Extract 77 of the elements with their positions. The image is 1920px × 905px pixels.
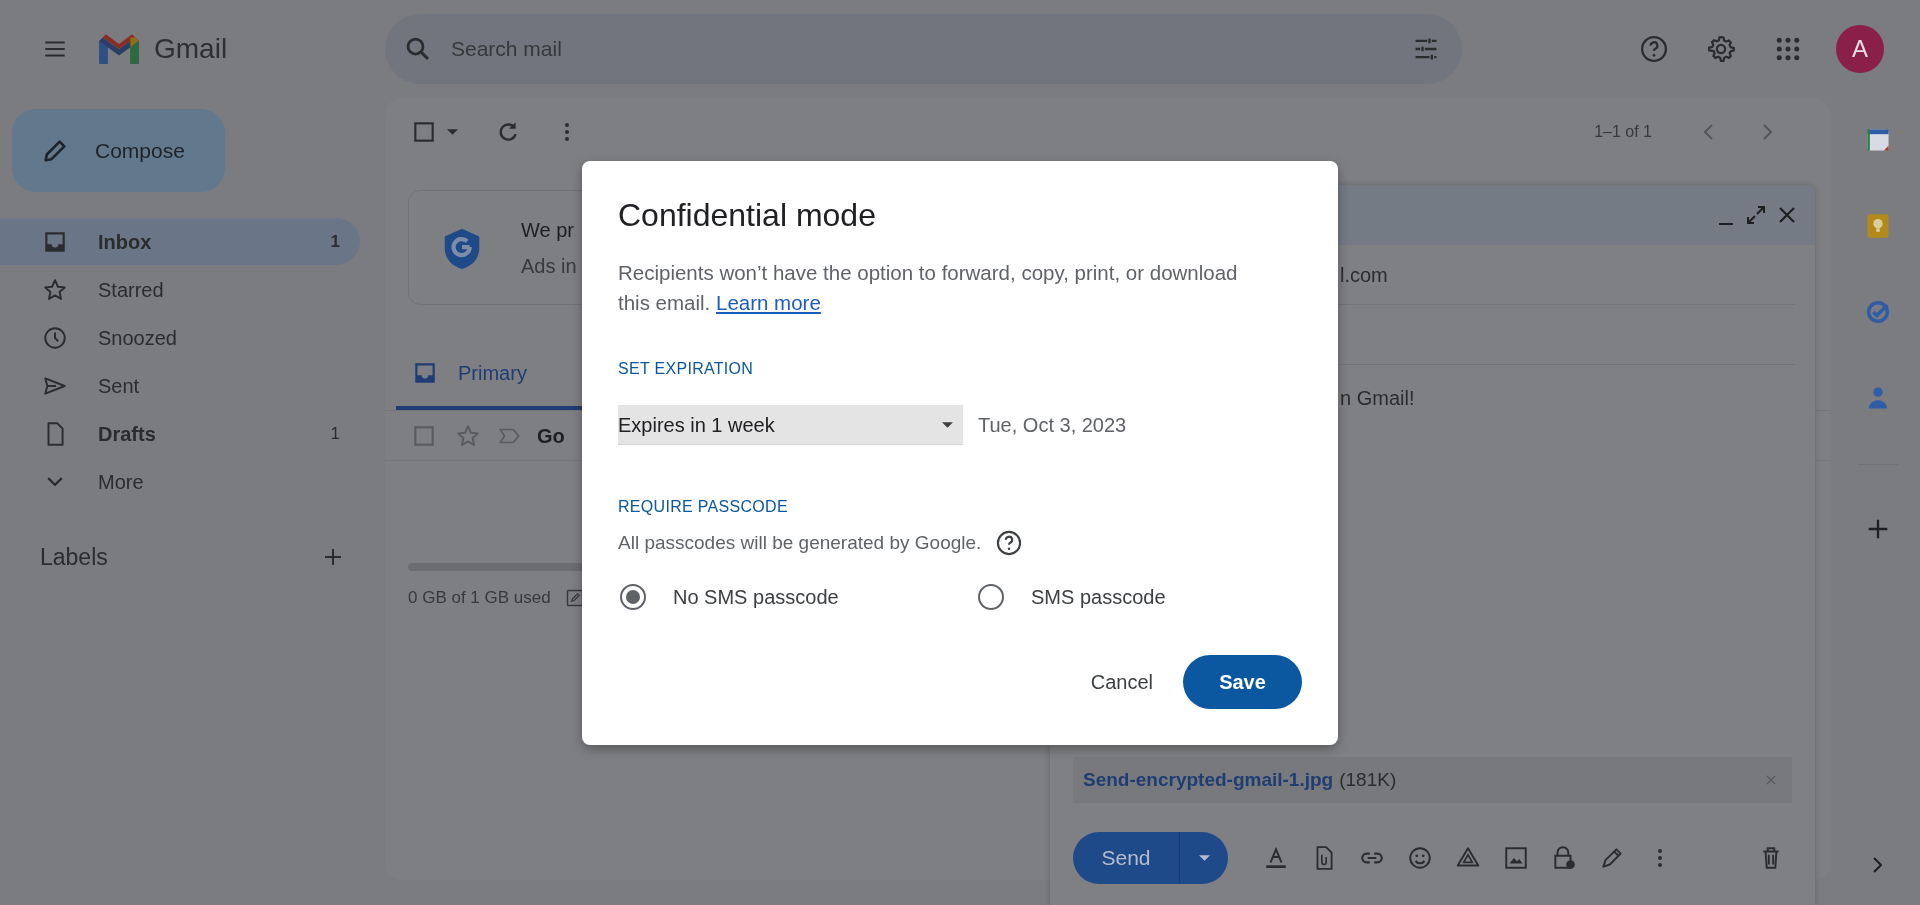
chevron-right-icon xyxy=(1763,124,1772,140)
clock-icon xyxy=(42,324,68,351)
search-bar[interactable]: Search mail xyxy=(385,14,1462,84)
checkbox-icon xyxy=(411,119,437,145)
emoji-button[interactable] xyxy=(1407,845,1433,871)
lock-clock-icon xyxy=(1551,845,1577,871)
nav-item[interactable]: Inbox 1 xyxy=(0,218,360,265)
email-sender: Go xyxy=(537,423,565,449)
cancel-button[interactable]: Cancel xyxy=(1068,654,1175,709)
help-icon xyxy=(995,529,1024,558)
star-button[interactable] xyxy=(455,422,481,449)
nav-item[interactable]: Sent xyxy=(0,362,360,409)
radio-button[interactable] xyxy=(978,583,1004,610)
caret-icon xyxy=(447,129,458,135)
account-avatar[interactable]: A xyxy=(1836,25,1884,73)
learn-more-link[interactable]: Learn more xyxy=(716,291,821,314)
settings-button[interactable] xyxy=(1706,34,1736,64)
nav-item[interactable]: More xyxy=(0,458,360,505)
inbox-icon xyxy=(412,360,438,386)
caret-icon xyxy=(942,421,953,428)
star-icon xyxy=(42,276,68,303)
star-icon xyxy=(455,422,481,449)
nav-item[interactable]: Starred xyxy=(0,266,360,313)
expiration-dropdown[interactable]: Expires in 1 week xyxy=(618,405,963,445)
format-text-icon xyxy=(1263,845,1289,871)
section-heading: SET EXPIRATION xyxy=(618,359,755,379)
format-text-button[interactable] xyxy=(1263,845,1289,871)
lock-clock-button[interactable] xyxy=(1551,845,1577,871)
radio-label[interactable]: No SMS passcode xyxy=(673,581,839,612)
expand-button[interactable] xyxy=(1747,205,1765,225)
section-heading: REQUIRE PASSCODE xyxy=(618,497,789,517)
close-icon xyxy=(1779,207,1795,223)
chevron-left-icon xyxy=(1704,124,1713,140)
save-button[interactable]: Save xyxy=(1183,654,1302,709)
expand-icon xyxy=(1747,206,1765,224)
chevron-down-icon xyxy=(47,477,63,486)
pen-button[interactable] xyxy=(1599,845,1625,871)
emoji-icon xyxy=(1407,845,1433,871)
app-name: Gmail xyxy=(154,32,228,66)
dialog-title: Confidential mode xyxy=(618,196,877,235)
close-button[interactable] xyxy=(1779,205,1795,225)
more-vertical-icon xyxy=(1658,849,1662,867)
compose-button[interactable]: Compose xyxy=(12,109,225,192)
recipient-address: l.com xyxy=(1340,262,1388,288)
labels-heading: Labels xyxy=(40,543,108,572)
nav-item[interactable]: Drafts 1 xyxy=(0,410,360,457)
nav-item[interactable]: Snoozed xyxy=(0,314,360,361)
help-button[interactable] xyxy=(995,529,1024,558)
passcode-note: All passcodes will be generated by Google. xyxy=(618,531,982,555)
pen-icon xyxy=(1599,845,1625,871)
close-icon xyxy=(1764,773,1778,787)
image-icon xyxy=(1503,845,1529,871)
attachment-size: (181K) xyxy=(1339,767,1397,792)
image-button[interactable] xyxy=(1503,845,1529,871)
radio-label[interactable]: SMS passcode xyxy=(1031,581,1166,612)
help-icon xyxy=(1639,34,1669,64)
unread-count: 1 xyxy=(330,230,340,253)
search-field[interactable]: Search mail xyxy=(449,32,1412,66)
page-info: 1–1 of 1 xyxy=(1594,122,1652,142)
promo-title: We pr xyxy=(521,217,575,243)
select-all-checkbox[interactable] xyxy=(411,119,437,145)
attachment-name[interactable]: Send-encrypted-gmail-1.jpg xyxy=(1083,765,1334,795)
radio-button[interactable] xyxy=(620,583,646,610)
settings-icon xyxy=(1706,34,1736,64)
promo-subtitle: Ads in xyxy=(521,253,577,279)
minimize-icon xyxy=(1719,223,1733,225)
expiration-date: Tue, Oct 3, 2023 xyxy=(978,413,1127,438)
more-vertical-icon xyxy=(565,123,569,141)
expand-panel-button[interactable] xyxy=(1873,857,1882,873)
message-body: n Gmail! xyxy=(1340,387,1415,409)
storage-usage: 0 GB of 1 GB used xyxy=(408,587,551,609)
caret-icon xyxy=(1198,855,1210,861)
dialog-description: Recipients won’t have the option to forward, copy, print, or download this email. Learn more xyxy=(618,260,1239,316)
more-options-button[interactable] xyxy=(565,123,569,141)
select-options-button[interactable] xyxy=(447,129,458,135)
chevron-right-icon xyxy=(1873,857,1882,873)
unread-count: 1 xyxy=(330,422,340,445)
